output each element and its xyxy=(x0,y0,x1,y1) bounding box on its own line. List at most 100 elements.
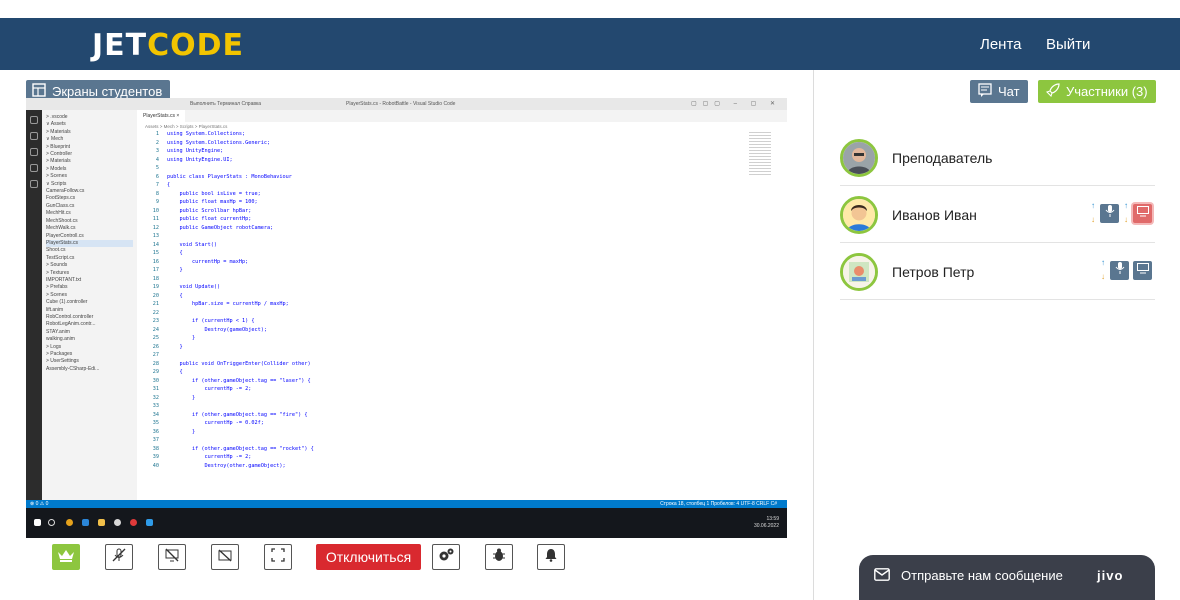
participant-ivanov[interactable]: Иванов Иван ↑ ↓ ↑ ↓ xyxy=(840,186,1155,243)
jivo-chat-widget[interactable]: Отправьте нам сообщение jivo xyxy=(859,555,1155,600)
code-line: 26 } xyxy=(137,343,737,352)
notifications-button[interactable] xyxy=(537,544,565,570)
shared-screen-view[interactable]: Выполнить Терминал Справка PlayerStats.c… xyxy=(26,98,787,538)
transfer-arrows-icon: ↑ ↓ xyxy=(1101,258,1105,281)
code-line: 24 Destroy(gameObject); xyxy=(137,326,737,335)
explorer-item[interactable]: lift.anim xyxy=(46,307,133,314)
explorer-item[interactable]: > Materials xyxy=(46,129,133,136)
vscode-explorer: > .vscode ∨ Assets > Materials ∨ Mech > Blue… xyxy=(42,110,137,500)
explorer-item[interactable]: STAY.anim xyxy=(46,329,133,336)
vscode-icon xyxy=(146,519,153,526)
participant-name: Петров Петр xyxy=(892,264,975,280)
line-number: 36 xyxy=(152,428,159,435)
search-icon xyxy=(30,132,38,140)
explorer-item[interactable]: ∨ Mech xyxy=(46,136,133,143)
code-text: void Update() xyxy=(167,284,221,290)
explorer-item[interactable]: > Scenes xyxy=(46,173,133,180)
disconnect-button[interactable]: Отключиться xyxy=(316,544,421,570)
screen-share-button[interactable] xyxy=(1133,203,1152,223)
window-controls-icon: ▢▢▢ – ▢ ✕ xyxy=(690,101,781,107)
explorer-item[interactable]: > Scenes xyxy=(46,292,133,299)
explorer-item[interactable]: RobotLegAnim.contr... xyxy=(46,321,133,328)
chat-button[interactable]: Чат xyxy=(970,80,1028,103)
fullscreen-icon xyxy=(271,547,285,567)
explorer-item[interactable]: Cube (1).controller xyxy=(46,299,133,306)
code-line: 36 } xyxy=(137,428,737,437)
code-text: { xyxy=(167,250,183,256)
explorer-item[interactable]: Shoot.cs xyxy=(46,247,133,254)
stop-screen-share-button[interactable] xyxy=(158,544,186,570)
explorer-item[interactable]: > Controller xyxy=(46,151,133,158)
explorer-item[interactable]: PlayerStats.cs xyxy=(46,239,133,248)
explorer-item[interactable]: MechWalk.cs xyxy=(46,225,133,232)
avatar xyxy=(840,139,878,177)
logo-text-code: CODE xyxy=(147,28,245,63)
explorer-item[interactable]: > Blueprint xyxy=(46,144,133,151)
participant-actions: ↑ ↓ ↑ ↓ xyxy=(1090,202,1152,224)
explorer-item[interactable]: RobControl.controller xyxy=(46,314,133,321)
code-text: public bool isLive = true; xyxy=(167,190,261,197)
mic-button[interactable] xyxy=(1100,203,1119,223)
monitor-icon xyxy=(1136,204,1149,222)
code-line: 15 { xyxy=(137,249,737,258)
screen-share-button[interactable] xyxy=(1133,260,1152,280)
code-line: 20 { xyxy=(137,292,737,301)
explorer-item[interactable]: > Sounds xyxy=(46,262,133,269)
explorer-item[interactable]: > Materials xyxy=(46,158,133,165)
explorer-item[interactable]: Assembly-CSharp-Edi... xyxy=(46,366,133,373)
explorer-item[interactable]: MechHit.cs xyxy=(46,210,133,217)
editor-tab: PlayerStats.cs × xyxy=(137,110,186,122)
code-line: 39 currentHp -= 2; xyxy=(137,453,737,462)
mic-button[interactable] xyxy=(1110,260,1129,280)
clock-date: 30.06.2022 xyxy=(753,523,779,529)
opera-icon xyxy=(130,519,137,526)
camera-off-button[interactable] xyxy=(211,544,239,570)
code-line: 2 using System.Collections.Generic; xyxy=(137,139,737,148)
mute-mic-button[interactable] xyxy=(105,544,133,570)
explorer-item[interactable]: PlayerControll.cs xyxy=(46,233,133,240)
line-number: 16 xyxy=(152,258,159,265)
line-number: 37 xyxy=(152,437,159,443)
explorer-item[interactable]: ∨ Scripts xyxy=(46,181,133,188)
line-number: 38 xyxy=(152,445,159,452)
participant-petrov[interactable]: Петров Петр ↑ ↓ xyxy=(840,243,1155,300)
explorer-item[interactable]: FootSteps.cs xyxy=(46,195,133,202)
explorer-item[interactable]: MechShoot.cs xyxy=(46,218,133,225)
student-screens-label: Экраны студентов xyxy=(52,83,163,99)
explorer-item[interactable]: > Packages xyxy=(46,351,133,358)
code-text: { xyxy=(167,292,183,299)
participant-teacher[interactable]: Преподаватель xyxy=(840,129,1155,186)
line-number: 17 xyxy=(152,267,159,273)
vscode-editor: PlayerStats.cs × Assets > Mech > Scripts… xyxy=(137,110,787,500)
bug-report-button[interactable] xyxy=(485,544,513,570)
explorer-item[interactable]: > Textures xyxy=(46,270,133,277)
jivo-logo: jivo xyxy=(1097,568,1124,583)
code-line: 30 if (other.gameObject.tag == "laser") … xyxy=(137,377,737,386)
code-line: 11 public float currentHp; xyxy=(137,215,737,224)
participants-button[interactable]: Участники (3) xyxy=(1038,80,1156,103)
jetcode-logo[interactable]: JETCODE xyxy=(92,28,244,63)
line-number: 11 xyxy=(152,216,159,222)
settings-button[interactable] xyxy=(432,544,460,570)
crown-button[interactable] xyxy=(52,544,80,570)
explorer-item[interactable]: > Logs xyxy=(46,344,133,351)
code-text: void Start() xyxy=(167,241,217,248)
code-text: using UnityEngine.UI; xyxy=(167,156,233,163)
explorer-item[interactable]: GunClass.cs xyxy=(46,203,133,210)
line-number: 33 xyxy=(152,403,159,409)
nav-feed-link[interactable]: Лента xyxy=(980,36,1022,53)
screens-icon xyxy=(32,82,46,100)
fullscreen-button[interactable] xyxy=(264,544,292,570)
code-line: 3 using UnityEngine; xyxy=(137,147,737,156)
explorer-item[interactable]: ∨ Assets xyxy=(46,121,133,128)
explorer-item[interactable]: TestScript.cs xyxy=(46,255,133,262)
explorer-item[interactable]: CameraFollow.cs xyxy=(46,188,133,195)
nav-logout-link[interactable]: Выйти xyxy=(1046,36,1090,53)
explorer-item[interactable]: > UserSettings xyxy=(46,358,133,365)
explorer-item[interactable]: IMPORTANT.txt xyxy=(46,277,133,284)
explorer-item[interactable]: > Prefabs xyxy=(46,284,133,291)
explorer-item[interactable]: > .vscode xyxy=(46,114,133,121)
explorer-item[interactable]: > Models xyxy=(46,166,133,173)
code-line: 25 } xyxy=(137,334,737,343)
explorer-item[interactable]: walking.anim xyxy=(46,336,133,343)
